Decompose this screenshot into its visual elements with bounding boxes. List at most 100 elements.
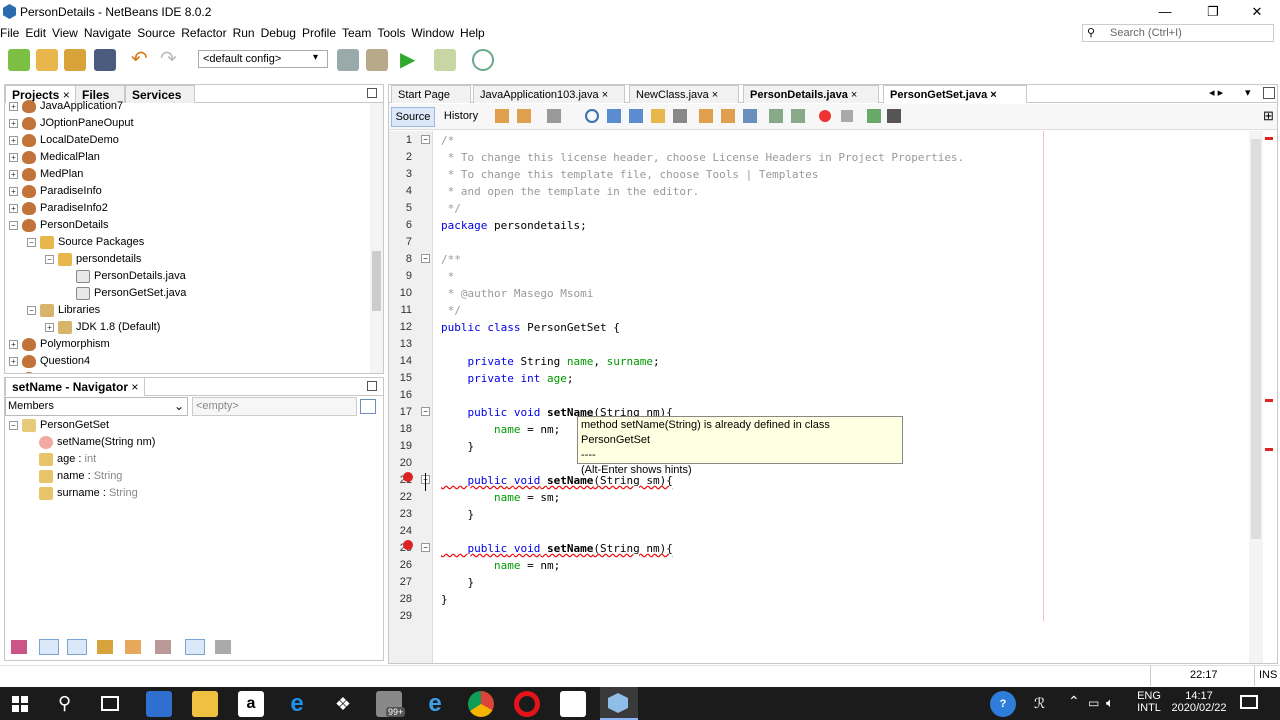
menu-run[interactable]: Run: [230, 24, 258, 40]
action-center-icon[interactable]: [1240, 695, 1258, 709]
comment-icon[interactable]: [867, 109, 881, 123]
tree-item[interactable]: − Source Packages: [9, 234, 144, 251]
back-icon[interactable]: [517, 109, 531, 123]
show-javadoc-icon[interactable]: [155, 640, 171, 654]
code-line[interactable]: }: [441, 574, 474, 591]
navigator-member[interactable]: surname : String: [39, 485, 138, 502]
start-windows-icon[interactable]: [12, 696, 28, 712]
search-box[interactable]: ⚲ Search (Ctrl+I): [1082, 24, 1274, 42]
history-mode-button[interactable]: History: [441, 107, 481, 127]
expand-toggle-icon[interactable]: +: [9, 356, 18, 366]
error-stripe-marker[interactable]: [1265, 137, 1273, 140]
source-mode-button[interactable]: Source: [391, 107, 435, 127]
menu-navigate[interactable]: Navigate: [81, 24, 134, 40]
tree-item[interactable]: − PersonDetails: [9, 217, 108, 234]
code-line[interactable]: name = sm;: [441, 489, 560, 506]
toggle-rect-selection-icon[interactable]: [673, 109, 687, 123]
movie-maker-icon[interactable]: [560, 691, 586, 717]
internet-explorer-icon[interactable]: e: [422, 691, 448, 717]
tab-start-page[interactable]: Start Page: [391, 85, 471, 103]
filter-inherited-icon[interactable]: [11, 640, 27, 654]
tree-item[interactable]: − persondetails: [9, 251, 141, 268]
prev-bookmark-icon[interactable]: [699, 109, 713, 123]
stop-macro-icon[interactable]: [841, 110, 853, 122]
expand-toggle-icon[interactable]: −: [9, 220, 18, 230]
expand-toggle-icon[interactable]: −: [27, 305, 36, 315]
code-line[interactable]: public void setName(String nm){: [441, 540, 673, 557]
tree-item[interactable]: PersonDetails.java: [9, 268, 186, 285]
new-project-icon[interactable]: [36, 49, 58, 71]
clean-build-icon[interactable]: [366, 49, 388, 71]
tree-item[interactable]: + MedPlan: [9, 166, 83, 183]
tab-javaapplication103[interactable]: JavaApplication103.java ×: [473, 85, 625, 103]
maximize-editor-icon[interactable]: [1263, 87, 1275, 99]
empty-select[interactable]: <empty>: [192, 397, 357, 416]
open-project-icon[interactable]: [64, 49, 86, 71]
filter-static-icon[interactable]: [67, 639, 87, 655]
find-next-icon[interactable]: [629, 109, 643, 123]
error-stripe-marker[interactable]: [1265, 448, 1273, 451]
tab-services[interactable]: Services: [125, 85, 195, 103]
tree-item[interactable]: + Polymorphism: [9, 336, 110, 353]
tree-item[interactable]: + ParadiseInfo: [9, 183, 102, 200]
tree-item[interactable]: + JDK 1.8 (Default): [9, 319, 160, 336]
fold-toggle-icon[interactable]: −: [421, 543, 430, 552]
expand-toggle-icon[interactable]: +: [9, 118, 18, 128]
find-prev-icon[interactable]: [607, 109, 621, 123]
menu-view[interactable]: View: [49, 24, 81, 40]
tree-item[interactable]: + ParadiseInfo2: [9, 200, 108, 217]
menu-help[interactable]: Help: [457, 24, 488, 40]
menu-tools[interactable]: Tools: [374, 24, 408, 40]
debug-project-icon[interactable]: [434, 49, 456, 71]
file-explorer-icon[interactable]: [192, 691, 218, 717]
edge-icon[interactable]: e: [284, 691, 310, 717]
last-edit-icon[interactable]: [495, 109, 509, 123]
new-file-icon[interactable]: [8, 49, 30, 71]
code-line[interactable]: */: [441, 200, 461, 217]
maximize-button[interactable]: ❐: [1190, 0, 1236, 24]
code-line[interactable]: private String name, surname;: [441, 353, 660, 370]
menu-profile[interactable]: Profile: [299, 24, 339, 40]
filter-fields-icon[interactable]: [39, 639, 59, 655]
expand-toggle-icon[interactable]: +: [9, 169, 18, 179]
start-macro-icon[interactable]: [819, 110, 831, 122]
editor-scrollbar[interactable]: [1249, 131, 1263, 663]
code-line[interactable]: package persondetails;: [441, 217, 587, 234]
netbeans-taskbar-button[interactable]: [600, 687, 638, 720]
fold-toggle-icon[interactable]: −: [421, 254, 430, 263]
tree-item[interactable]: + Question4: [9, 353, 90, 370]
expand-toggle-icon[interactable]: +: [9, 339, 18, 349]
error-stripe-marker[interactable]: [1265, 399, 1273, 402]
fold-toggle-icon[interactable]: −: [421, 135, 430, 144]
volume-icon[interactable]: 🔈︎: [1106, 695, 1114, 711]
code-line[interactable]: name = nm;: [441, 421, 560, 438]
menu-refactor[interactable]: Refactor: [178, 24, 229, 40]
tree-item[interactable]: +Question42015: [9, 370, 115, 373]
amazon-icon[interactable]: a: [238, 691, 264, 717]
sort-by-source-icon[interactable]: [215, 640, 231, 654]
people-icon[interactable]: ℛ: [1034, 695, 1045, 712]
expand-toggle-icon[interactable]: +: [9, 135, 18, 145]
code-line[interactable]: * To change this license header, choose …: [441, 149, 965, 166]
toggle-bookmark-icon[interactable]: [743, 109, 757, 123]
tab-newclass[interactable]: NewClass.java ×: [629, 85, 739, 103]
code-line[interactable]: }: [441, 591, 448, 608]
toggle-highlight-icon[interactable]: [651, 109, 665, 123]
task-view-icon[interactable]: [101, 696, 119, 711]
menu-window[interactable]: Window: [408, 24, 457, 40]
navigator-root[interactable]: − PersonGetSet: [9, 417, 109, 434]
redo-icon[interactable]: ↷: [160, 49, 182, 71]
expand-toggle-icon[interactable]: −: [45, 254, 54, 264]
find-icon[interactable]: [585, 109, 599, 123]
tree-item[interactable]: + JavaApplication7: [9, 98, 123, 115]
shift-right-icon[interactable]: [791, 109, 805, 123]
dropbox-icon[interactable]: ❖: [330, 691, 356, 717]
split-editor-icon[interactable]: ⊞: [1263, 108, 1274, 124]
close-window-button[interactable]: ✕: [1234, 0, 1280, 24]
fold-toggle-icon[interactable]: −: [421, 407, 430, 416]
navigator-member[interactable]: name : String: [39, 468, 122, 485]
chevron-up-icon[interactable]: ⌃: [1068, 693, 1080, 710]
expand-toggle-icon[interactable]: +: [9, 152, 18, 162]
code-line[interactable]: }: [441, 506, 474, 523]
menu-debug[interactable]: Debug: [258, 24, 299, 40]
